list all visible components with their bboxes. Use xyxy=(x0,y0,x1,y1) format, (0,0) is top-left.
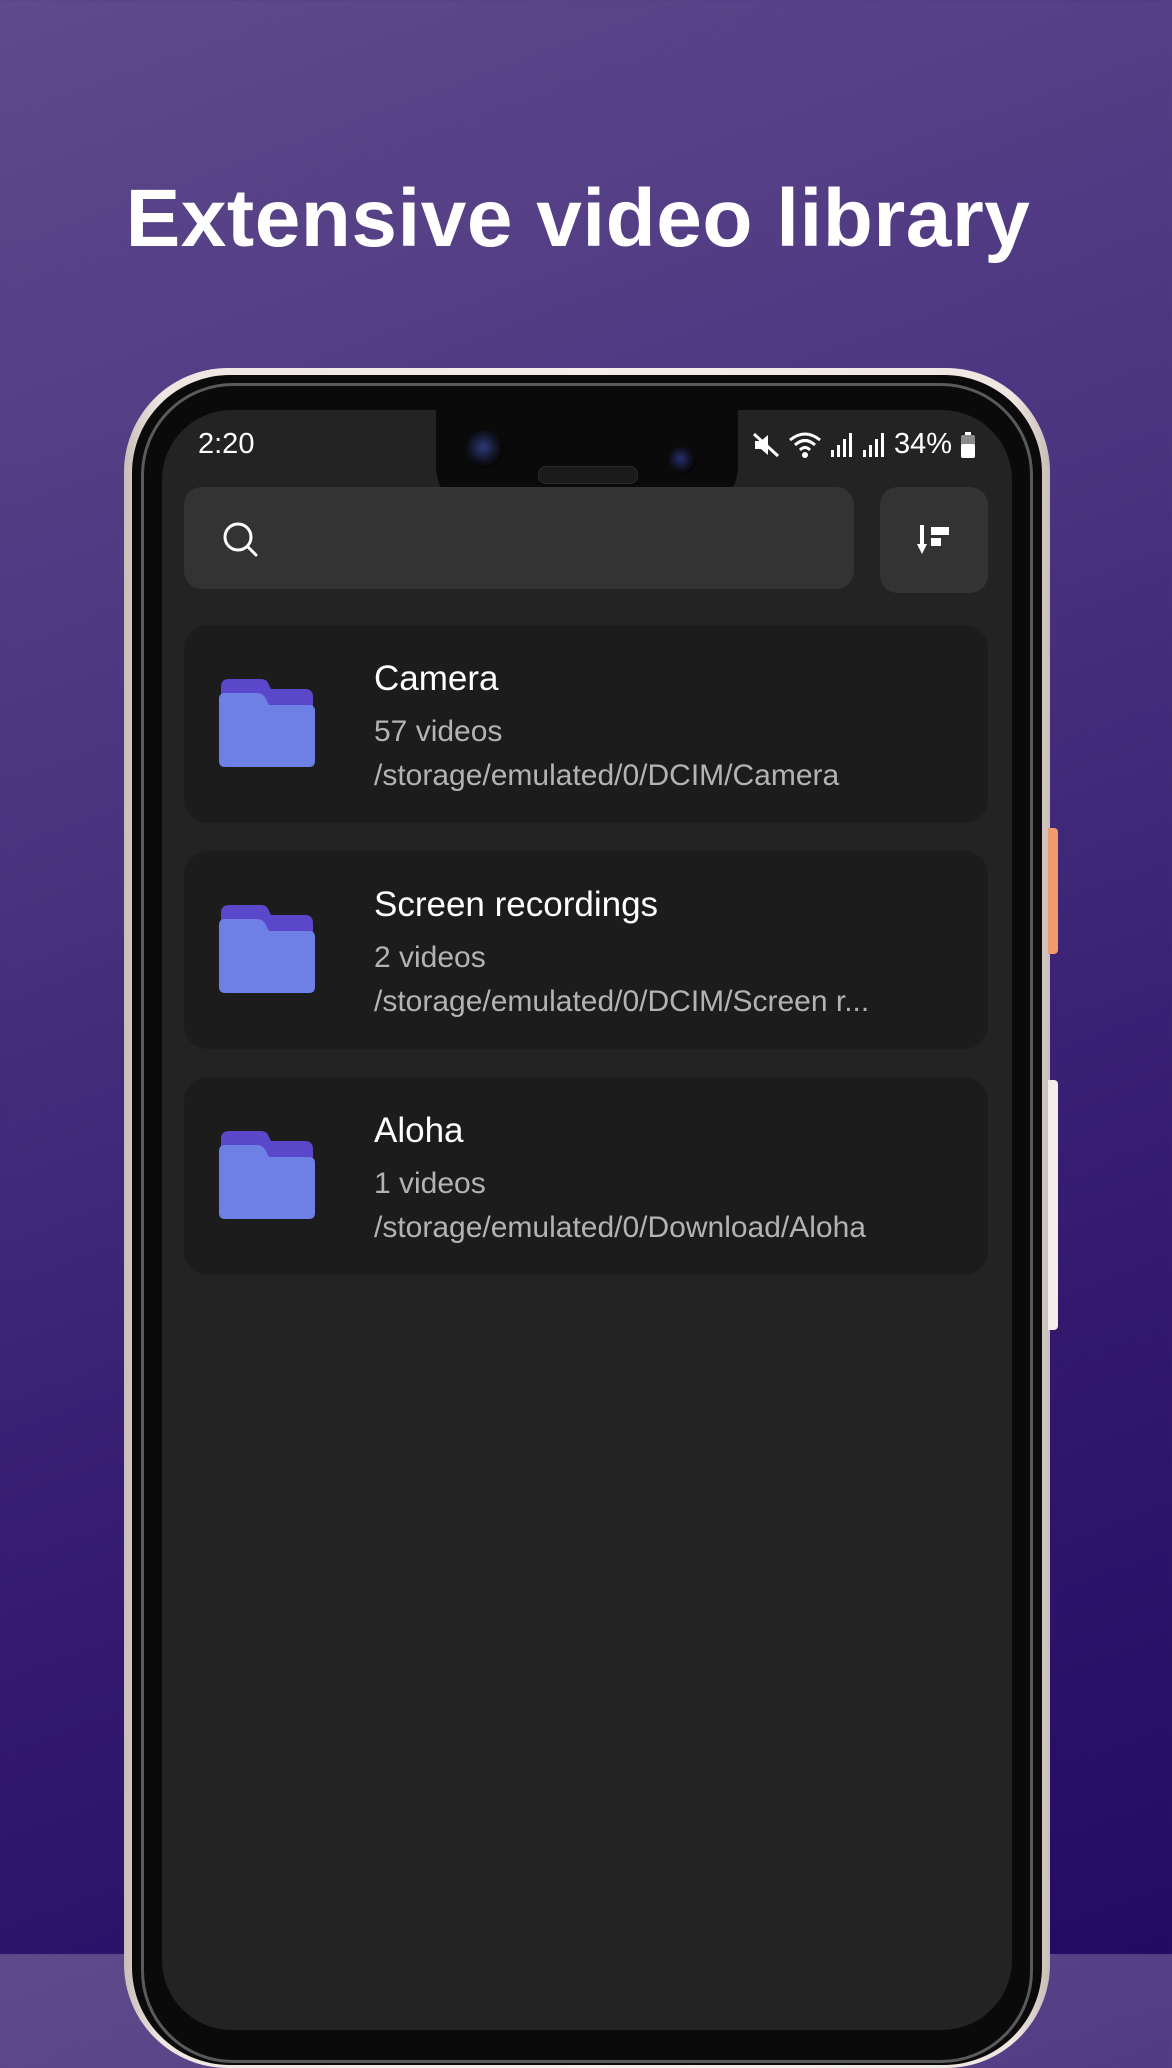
sort-button[interactable] xyxy=(880,487,988,593)
folder-name: Aloha xyxy=(374,1111,464,1150)
search-icon xyxy=(222,521,260,564)
front-sensor xyxy=(668,446,696,474)
folder-item-aloha[interactable]: Aloha 1 videos /storage/emulated/0/Downl… xyxy=(184,1077,988,1275)
folder-icon xyxy=(219,905,315,993)
battery-percent: 34% xyxy=(893,428,952,460)
folder-video-count: 57 videos xyxy=(374,715,503,748)
folder-path: /storage/emulated/0/DCIM/Camera xyxy=(374,759,840,792)
folder-item-camera[interactable]: Camera 57 videos /storage/emulated/0/DCI… xyxy=(184,625,988,823)
sort-icon xyxy=(917,525,949,554)
status-time: 2:20 xyxy=(198,428,255,460)
folder-icon xyxy=(219,1131,315,1219)
folder-name: Camera xyxy=(374,659,499,698)
headline: Extensive video library xyxy=(125,173,1031,264)
signal-icon xyxy=(862,432,886,458)
battery-icon xyxy=(960,431,976,459)
mute-icon xyxy=(752,432,780,458)
wifi-icon xyxy=(788,431,822,459)
volume-button xyxy=(1048,1080,1058,1330)
folder-video-count: 2 videos xyxy=(374,941,486,974)
status-icons: 34% xyxy=(752,428,976,461)
folder-name: Screen recordings xyxy=(374,885,659,924)
folder-path: /storage/emulated/0/DCIM/Screen r... xyxy=(374,985,870,1018)
power-button xyxy=(1048,828,1058,954)
folder-video-count: 1 videos xyxy=(374,1167,486,1200)
signal-icon xyxy=(830,432,854,458)
earpiece-speaker xyxy=(538,466,638,484)
phone-screen: 2:20 34% Camera 57 videos /storage/emula… xyxy=(162,410,1012,2030)
folder-item-screen-recordings[interactable]: Screen recordings 2 videos /storage/emul… xyxy=(184,851,988,1049)
folder-path: /storage/emulated/0/Download/Aloha xyxy=(374,1211,866,1244)
front-camera xyxy=(466,430,504,468)
search-input[interactable] xyxy=(184,487,854,589)
folder-icon xyxy=(219,679,315,767)
